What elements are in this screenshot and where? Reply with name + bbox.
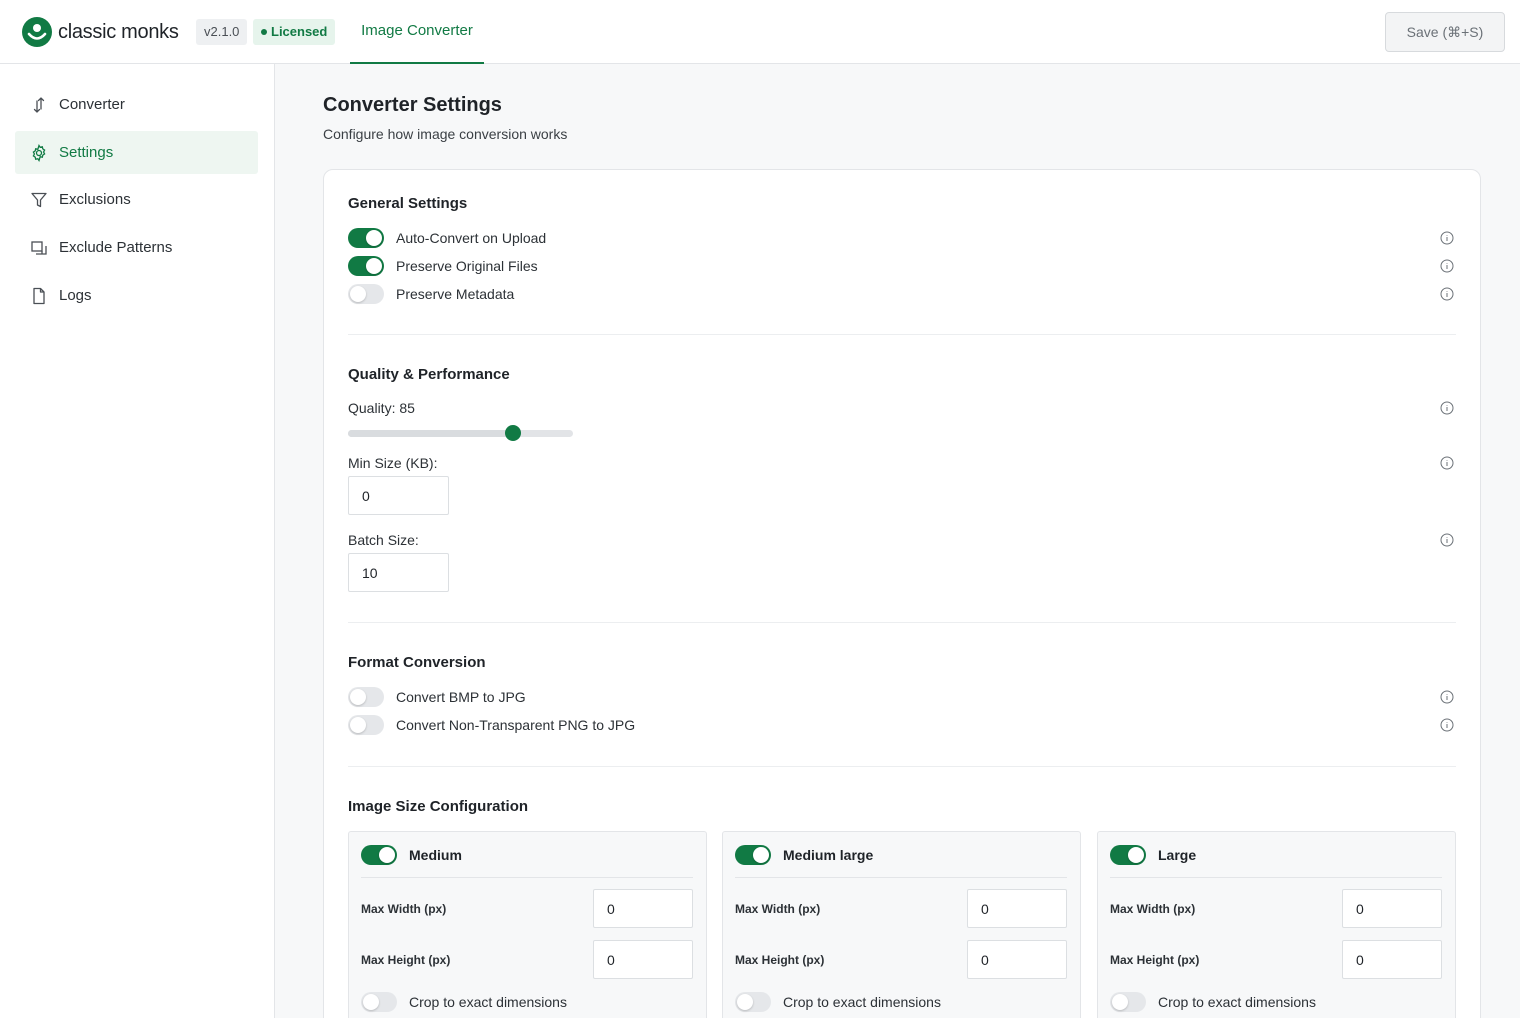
convert-arrows-icon [33, 96, 45, 113]
status-dot-icon [261, 29, 267, 35]
option-label: Convert BMP to JPG [396, 689, 526, 705]
option-label: Preserve Original Files [396, 258, 538, 274]
crop-label: Crop to exact dimensions [409, 994, 567, 1010]
max-height-input[interactable] [967, 940, 1067, 979]
toggle-bmp-to-jpg[interactable] [348, 687, 384, 707]
save-button[interactable]: Save (⌘+S) [1385, 12, 1505, 52]
size-card-medium: Medium Max Width (px) Max Height (px) Cr… [348, 831, 707, 1018]
sidebar-item-label: Logs [59, 287, 92, 304]
license-badge: Licensed [253, 19, 336, 45]
info-icon[interactable] [1440, 718, 1454, 732]
toggle-auto-convert[interactable] [348, 228, 384, 248]
filter-icon [31, 192, 47, 207]
size-card-medium-large: Medium large Max Width (px) Max Height (… [722, 831, 1081, 1018]
max-height-input[interactable] [593, 940, 693, 979]
min-size-input[interactable] [348, 476, 449, 515]
sidebar-item-label: Settings [59, 144, 114, 161]
toggle-size-enabled[interactable] [361, 845, 397, 865]
toggle-preserve-original[interactable] [348, 256, 384, 276]
info-icon[interactable] [1440, 456, 1454, 470]
top-bar: classic monks v2.1.0 Licensed Image Conv… [0, 0, 1520, 64]
max-width-label: Max Width (px) [361, 902, 447, 916]
toggle-png-to-jpg[interactable] [348, 715, 384, 735]
sidebar-item-label: Converter [59, 96, 125, 113]
max-width-input[interactable] [967, 889, 1067, 928]
max-width-input[interactable] [1342, 889, 1442, 928]
copy-icon [31, 240, 47, 255]
toggle-crop[interactable] [735, 992, 771, 1012]
size-card-divider [735, 877, 1067, 878]
size-name: Medium large [783, 847, 874, 863]
info-icon[interactable] [1440, 231, 1454, 245]
sidebar: Converter Settings Exclusions Exclude Pa… [0, 64, 275, 1018]
sidebar-item-logs[interactable]: Logs [15, 274, 258, 317]
max-width-label: Max Width (px) [1110, 902, 1196, 916]
section-title-general: General Settings [348, 195, 468, 212]
batch-size-label: Batch Size: [348, 532, 419, 548]
toggle-size-enabled[interactable] [1110, 845, 1146, 865]
crop-label: Crop to exact dimensions [783, 994, 941, 1010]
info-icon[interactable] [1440, 690, 1454, 704]
tab-image-converter[interactable]: Image Converter [350, 0, 484, 64]
toggle-preserve-metadata[interactable] [348, 284, 384, 304]
sidebar-item-settings[interactable]: Settings [15, 131, 258, 174]
batch-size-input[interactable] [348, 553, 449, 592]
sidebar-item-exclude-patterns[interactable]: Exclude Patterns [15, 226, 258, 269]
max-height-label: Max Height (px) [735, 953, 825, 967]
logo[interactable]: classic monks [22, 17, 179, 47]
sidebar-item-converter[interactable]: Converter [15, 83, 258, 126]
section-title-sizes: Image Size Configuration [348, 798, 529, 815]
option-label: Convert Non-Transparent PNG to JPG [396, 717, 636, 733]
quality-label: Quality: 85 [348, 400, 415, 416]
size-card-large: Large Max Width (px) Max Height (px) Cro… [1097, 831, 1456, 1018]
section-divider [348, 622, 1456, 623]
sidebar-item-label: Exclude Patterns [59, 239, 173, 256]
gear-icon [32, 143, 46, 162]
toggle-size-enabled[interactable] [735, 845, 771, 865]
min-size-label: Min Size (KB): [348, 455, 438, 471]
max-width-label: Max Width (px) [735, 902, 821, 916]
option-label: Preserve Metadata [396, 286, 515, 302]
crop-label: Crop to exact dimensions [1158, 994, 1316, 1010]
section-title-format: Format Conversion [348, 654, 486, 671]
size-card-divider [1110, 877, 1442, 878]
max-height-label: Max Height (px) [1110, 953, 1200, 967]
max-height-label: Max Height (px) [361, 953, 451, 967]
size-name: Large [1158, 847, 1197, 863]
size-card-divider [361, 877, 693, 878]
page-title: Converter Settings [323, 94, 502, 116]
file-icon [33, 287, 45, 304]
info-icon[interactable] [1440, 401, 1454, 415]
sidebar-item-label: Exclusions [59, 191, 131, 208]
section-divider [348, 766, 1456, 767]
option-label: Auto-Convert on Upload [396, 230, 547, 246]
section-title-quality: Quality & Performance [348, 366, 510, 383]
section-divider [348, 334, 1456, 335]
version-badge: v2.1.0 [196, 19, 248, 45]
max-height-input[interactable] [1342, 940, 1442, 979]
brand-name: classic monks [58, 20, 179, 43]
quality-slider[interactable] [348, 425, 573, 441]
page-subtitle: Configure how image conversion works [323, 126, 568, 142]
monk-logo-icon [22, 17, 52, 47]
info-icon[interactable] [1440, 287, 1454, 301]
size-name: Medium [409, 847, 462, 863]
toggle-crop[interactable] [361, 992, 397, 1012]
toggle-crop[interactable] [1110, 992, 1146, 1012]
license-label: Licensed [271, 24, 328, 39]
info-icon[interactable] [1440, 259, 1454, 273]
quality-slider-fill [348, 430, 514, 437]
sidebar-item-exclusions[interactable]: Exclusions [15, 178, 258, 221]
info-icon[interactable] [1440, 533, 1454, 547]
max-width-input[interactable] [593, 889, 693, 928]
